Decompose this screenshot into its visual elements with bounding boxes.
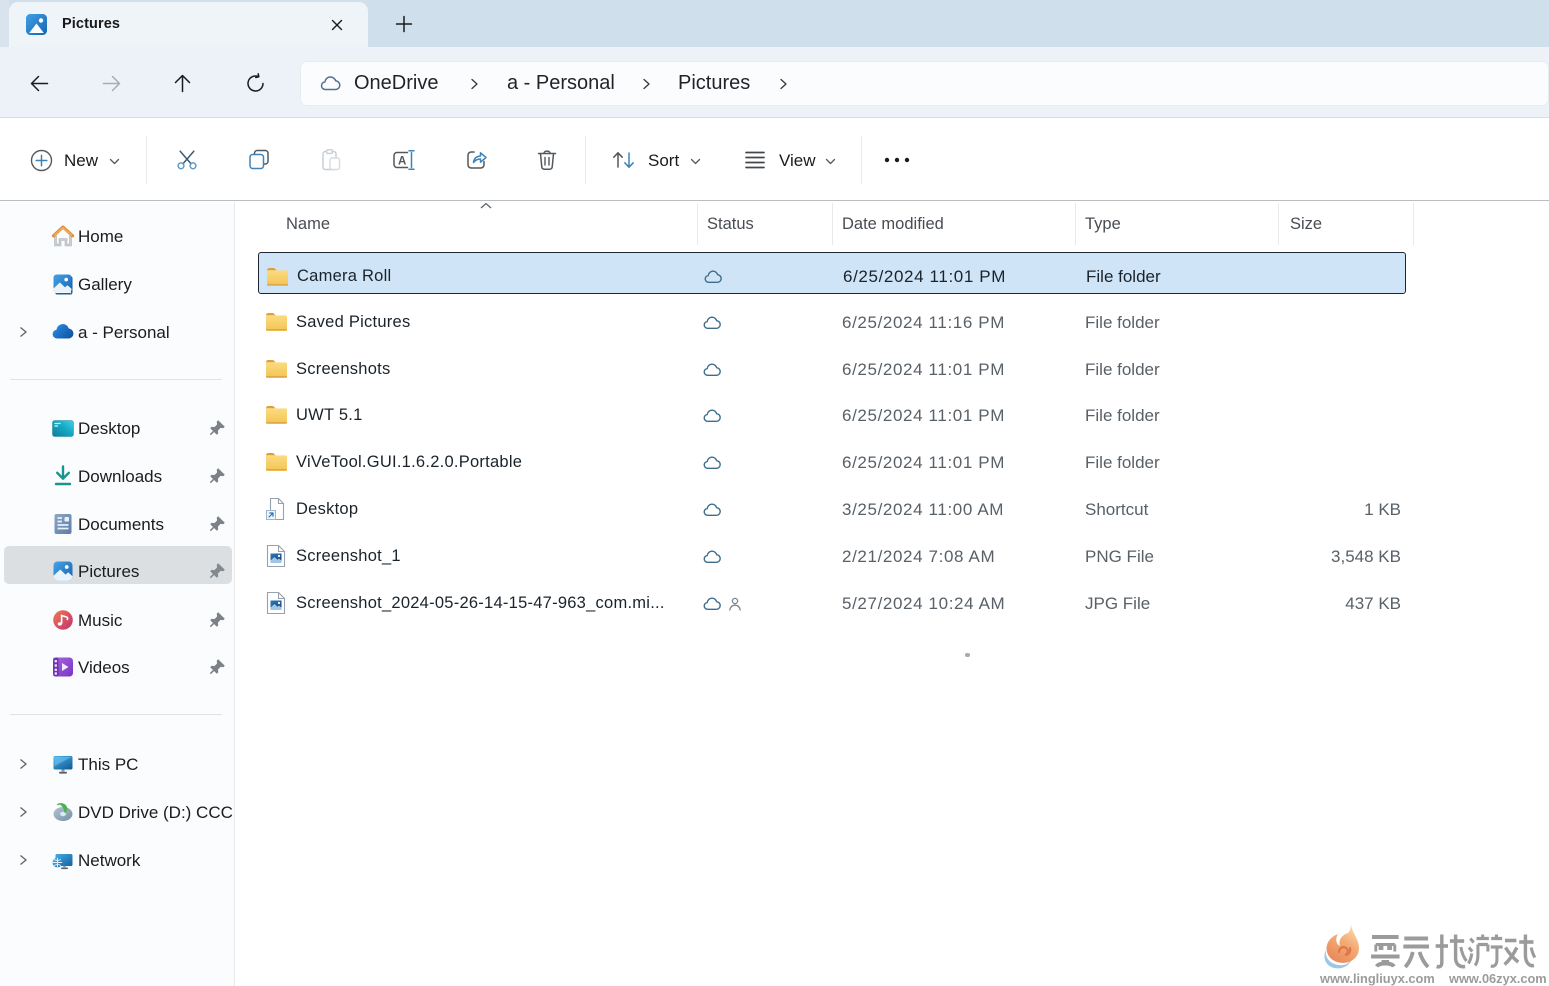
svg-text:www.lingliuyx.com: www.lingliuyx.com bbox=[1319, 971, 1435, 986]
svg-text:A: A bbox=[398, 156, 406, 168]
svg-text:www.06zyx.com: www.06zyx.com bbox=[1448, 971, 1547, 986]
